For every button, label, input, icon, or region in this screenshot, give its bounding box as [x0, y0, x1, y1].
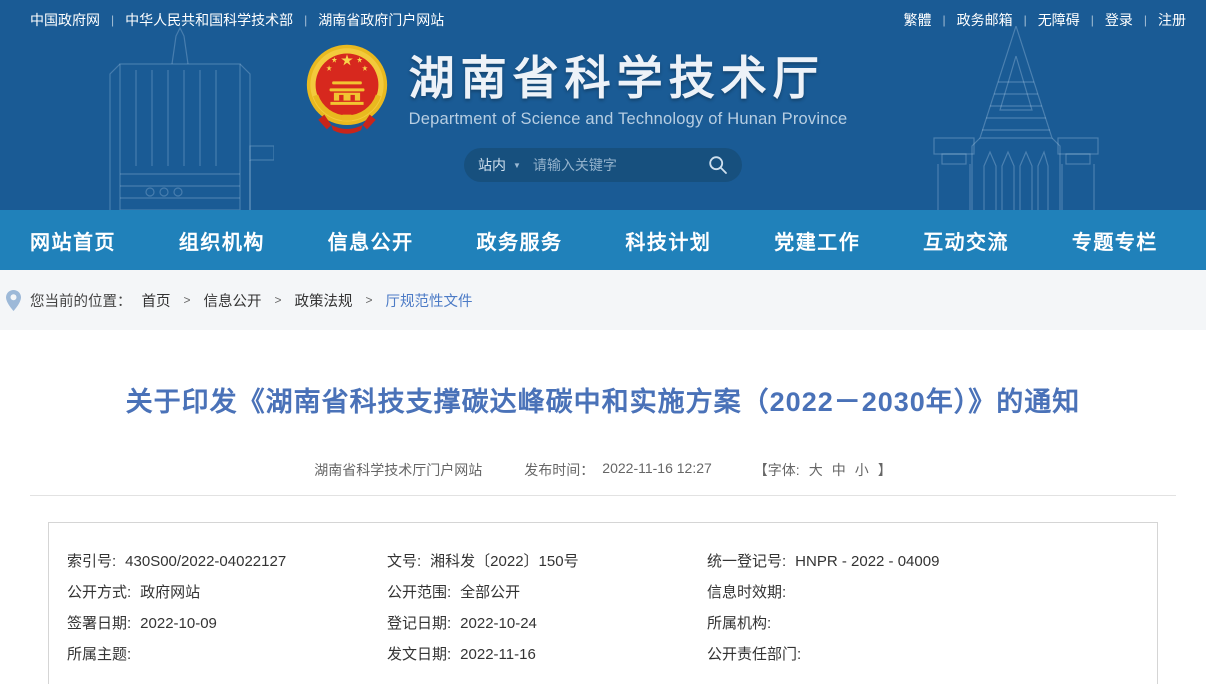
breadcrumb-current[interactable]: 厅规范性文件: [386, 290, 473, 311]
site-title-block: 湖南省科学技术厅 Department of Science and Techn…: [409, 53, 848, 130]
info-field-validity-period: 信息时效期:: [707, 582, 1147, 603]
topbar-separator: |: [304, 13, 307, 27]
national-emblem-logo: [303, 43, 391, 139]
site-name[interactable]: 湖南省科学技术厅: [409, 53, 848, 104]
info-field-unified-reg-number: 统一登记号: HNPR - 2022 - 04009: [707, 551, 1147, 572]
search-scope-select[interactable]: 站内 ▼: [478, 155, 521, 175]
chevron-down-icon: ▼: [513, 161, 521, 170]
info-field-registration-date: 登记日期: 2022-10-24: [387, 613, 707, 634]
breadcrumb: 您当前的位置： 首页 > 信息公开 > 政策法规 > 厅规范性文件: [0, 270, 1206, 330]
topbar-separator: |: [943, 13, 946, 27]
site-name-english: Department of Science and Technology of …: [409, 110, 848, 129]
topbar: 中国政府网 | 中华人民共和国科学技术部 | 湖南省政府门户网站 繁體 | 政务…: [0, 0, 1206, 40]
search-input[interactable]: [533, 157, 708, 173]
nav-item-gov-services[interactable]: 政务服务: [477, 226, 563, 255]
info-field-doc-number: 文号: 湘科发〔2022〕150号: [387, 551, 707, 572]
font-size-medium-button[interactable]: 中: [832, 460, 846, 480]
breadcrumb-link-home[interactable]: 首页: [142, 290, 171, 311]
nav-item-home[interactable]: 网站首页: [30, 226, 116, 255]
topbar-separator: |: [1091, 13, 1094, 27]
search-icon: [708, 155, 728, 175]
topbar-link-login[interactable]: 登录: [1105, 10, 1133, 30]
document-info-table: 索引号: 430S00/2022-04022127 文号: 湘科发〔2022〕1…: [48, 522, 1158, 684]
font-size-controls: 【字体: 大 中 小 】: [754, 460, 892, 480]
nav-item-party-building[interactable]: 党建工作: [774, 226, 860, 255]
topbar-link-traditional-chinese[interactable]: 繁體: [904, 10, 932, 30]
search-button[interactable]: [708, 155, 728, 175]
article-meta: 湖南省科学技术厅门户网站 发布时间： 2022-11-16 12:27 【字体:…: [0, 460, 1206, 480]
site-brand: 湖南省科学技术厅 Department of Science and Techn…: [0, 43, 1178, 139]
font-size-small-button[interactable]: 小: [855, 460, 869, 480]
nav-item-special-topics[interactable]: 专题专栏: [1072, 226, 1158, 255]
font-size-suffix: 】: [878, 460, 892, 480]
search-scope-label: 站内: [478, 155, 506, 175]
publish-time-value: 2022-11-16 12:27: [602, 460, 712, 480]
search-box: 站内 ▼: [464, 148, 742, 182]
breadcrumb-separator: >: [366, 293, 373, 307]
search-row: 站内 ▼: [0, 148, 1206, 182]
article-area: 关于印发《湖南省科技支撑碳达峰碳中和实施方案（2022－2030年）》的通知 湖…: [0, 380, 1206, 684]
info-field-disclosure-scope: 公开范围: 全部公开: [387, 582, 707, 603]
breadcrumb-separator: >: [184, 293, 191, 307]
article-source: 湖南省科学技术厅门户网站: [314, 460, 482, 480]
topbar-link-most[interactable]: 中华人民共和国科学技术部: [125, 10, 293, 30]
info-field-issue-date: 发文日期: 2022-11-16: [387, 644, 707, 665]
site-header: 中国政府网 | 中华人民共和国科学技术部 | 湖南省政府门户网站 繁體 | 政务…: [0, 0, 1206, 210]
info-field-disclosure-method: 公开方式: 政府网站: [67, 582, 387, 603]
topbar-link-register[interactable]: 注册: [1158, 10, 1186, 30]
topbar-separator: |: [1144, 13, 1147, 27]
nav-item-organization[interactable]: 组织机构: [179, 226, 265, 255]
breadcrumb-separator: >: [275, 293, 282, 307]
main-nav: 网站首页 组织机构 信息公开 政务服务 科技计划 党建工作 互动交流 专题专栏: [0, 210, 1206, 270]
breadcrumb-link-policies[interactable]: 政策法规: [295, 290, 353, 311]
article-title: 关于印发《湖南省科技支撑碳达峰碳中和实施方案（2022－2030年）》的通知: [40, 380, 1166, 419]
nav-item-info-disclosure[interactable]: 信息公开: [328, 226, 414, 255]
topbar-separator: |: [111, 13, 114, 27]
topbar-link-accessibility[interactable]: 无障碍: [1038, 10, 1080, 30]
topbar-link-gov-mail[interactable]: 政务邮箱: [957, 10, 1013, 30]
info-field-subject: 所属主题:: [67, 644, 387, 665]
topbar-link-china-gov[interactable]: 中国政府网: [30, 10, 100, 30]
breadcrumb-link-info-disclosure[interactable]: 信息公开: [204, 290, 262, 311]
topbar-link-hunan-gov[interactable]: 湖南省政府门户网站: [318, 10, 444, 30]
divider: [30, 495, 1176, 496]
info-field-signing-date: 签署日期: 2022-10-09: [67, 613, 387, 634]
nav-item-interaction[interactable]: 互动交流: [923, 226, 1009, 255]
font-size-large-button[interactable]: 大: [809, 460, 823, 480]
topbar-left-links: 中国政府网 | 中华人民共和国科学技术部 | 湖南省政府门户网站: [30, 10, 444, 30]
info-field-affiliated-agency: 所属机构:: [707, 613, 1147, 634]
location-pin-icon: [6, 290, 21, 311]
topbar-right-links: 繁體 | 政务邮箱 | 无障碍 | 登录 | 注册: [904, 10, 1187, 30]
info-field-index-number: 索引号: 430S00/2022-04022127: [67, 551, 387, 572]
publish-time-block: 发布时间： 2022-11-16 12:27: [524, 460, 712, 480]
topbar-separator: |: [1024, 13, 1027, 27]
font-size-prefix: 【字体:: [754, 460, 800, 480]
info-field-responsible-department: 公开责任部门:: [707, 644, 1147, 665]
breadcrumb-prefix: 您当前的位置：: [30, 290, 132, 311]
publish-time-label: 发布时间：: [524, 460, 594, 480]
nav-item-scitech-programs[interactable]: 科技计划: [625, 226, 711, 255]
